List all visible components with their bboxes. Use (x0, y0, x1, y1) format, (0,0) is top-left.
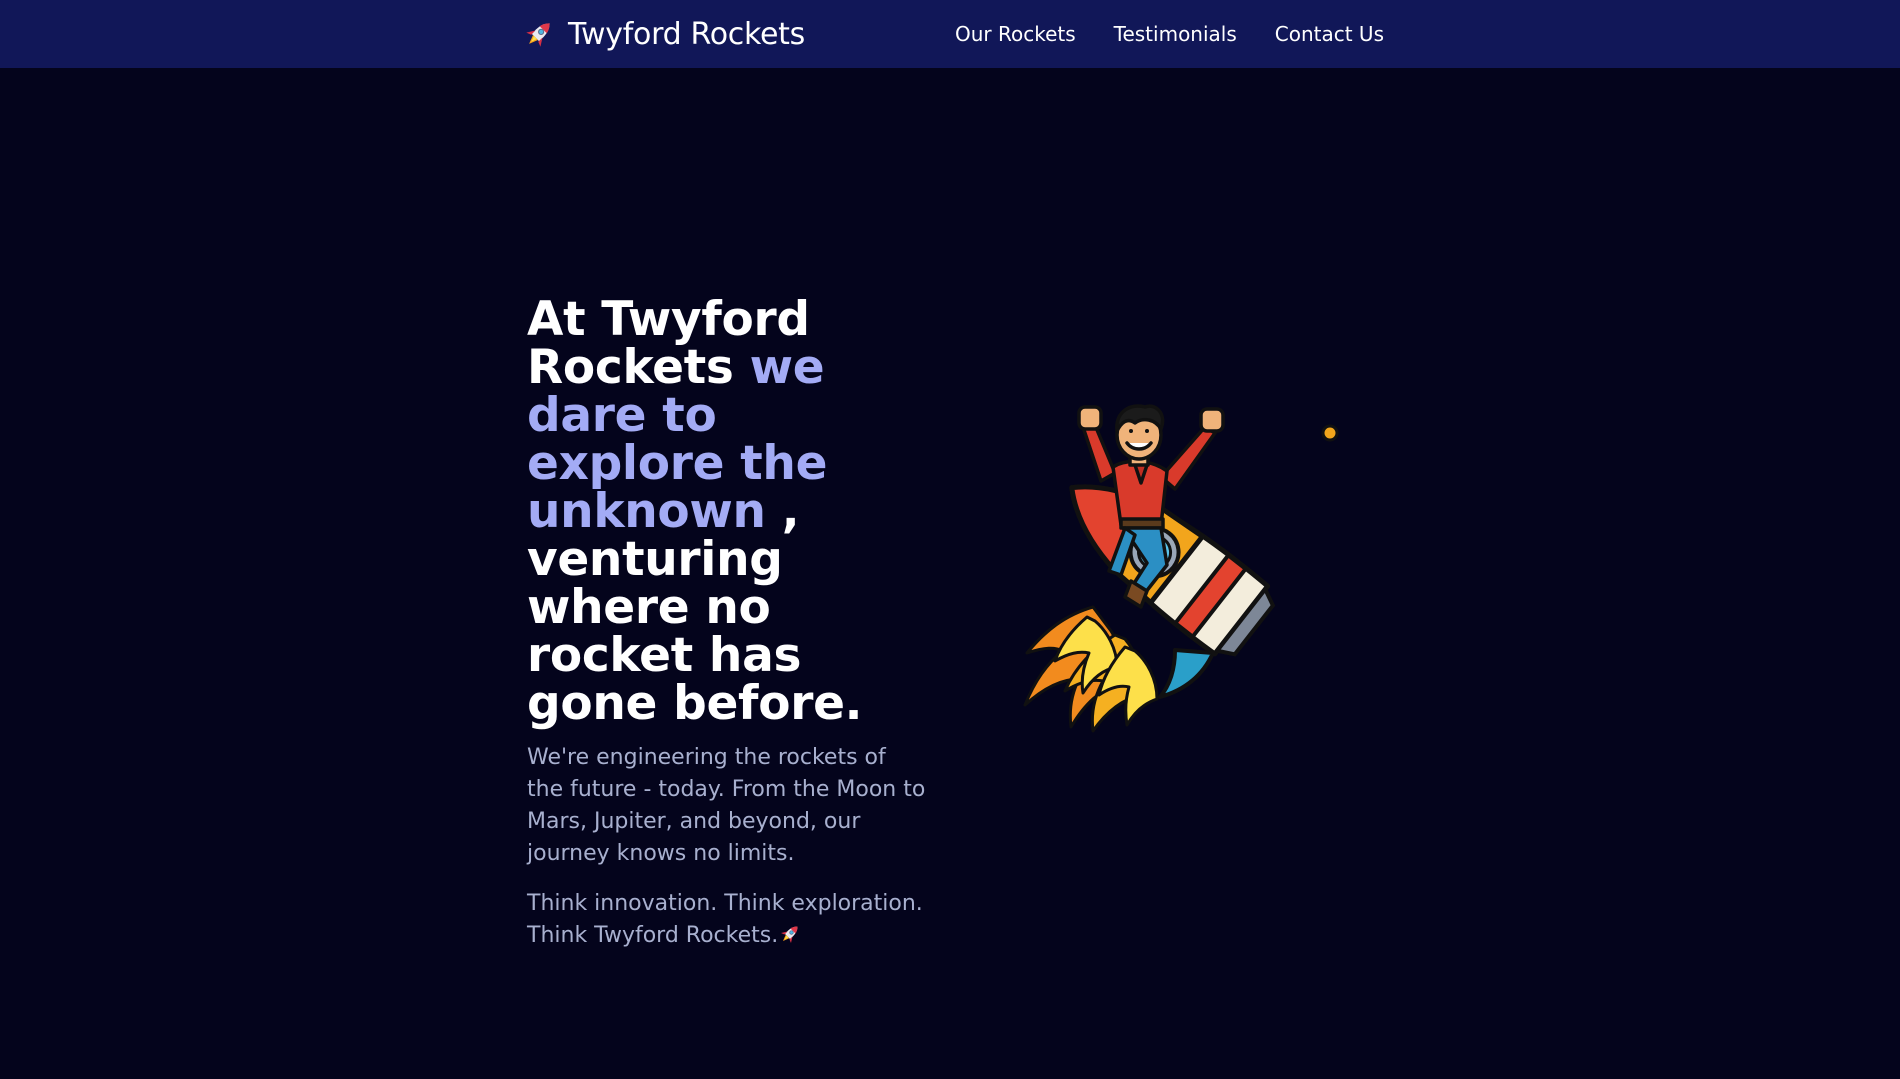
tagline-text: Think innovation. Think exploration. Thi… (527, 891, 923, 948)
rocket-icon (778, 922, 802, 946)
nav-link-testimonials[interactable]: Testimonials (1114, 22, 1237, 46)
navbar-inner: Twyford Rockets Our Rockets Testimonials… (522, 0, 1384, 68)
nav-links: Our Rockets Testimonials Contact Us (955, 22, 1384, 46)
hero-tagline: Think innovation. Think exploration. Thi… (527, 888, 927, 952)
hero-headline: At Twyford Rockets we dare to explore th… (527, 296, 927, 728)
hero-text: At Twyford Rockets we dare to explore th… (527, 296, 927, 952)
navbar: Twyford Rockets Our Rockets Testimonials… (0, 0, 1900, 68)
nav-link-our-rockets[interactable]: Our Rockets (955, 22, 1076, 46)
man-riding-rocket-illustration (975, 385, 1345, 765)
brand-title: Twyford Rockets (568, 16, 805, 52)
hero-paragraph: We're engineering the rockets of the fut… (527, 745, 926, 866)
rocket-icon (522, 17, 556, 51)
nav-link-contact-us[interactable]: Contact Us (1275, 22, 1384, 46)
brand-link[interactable]: Twyford Rockets (522, 17, 805, 52)
